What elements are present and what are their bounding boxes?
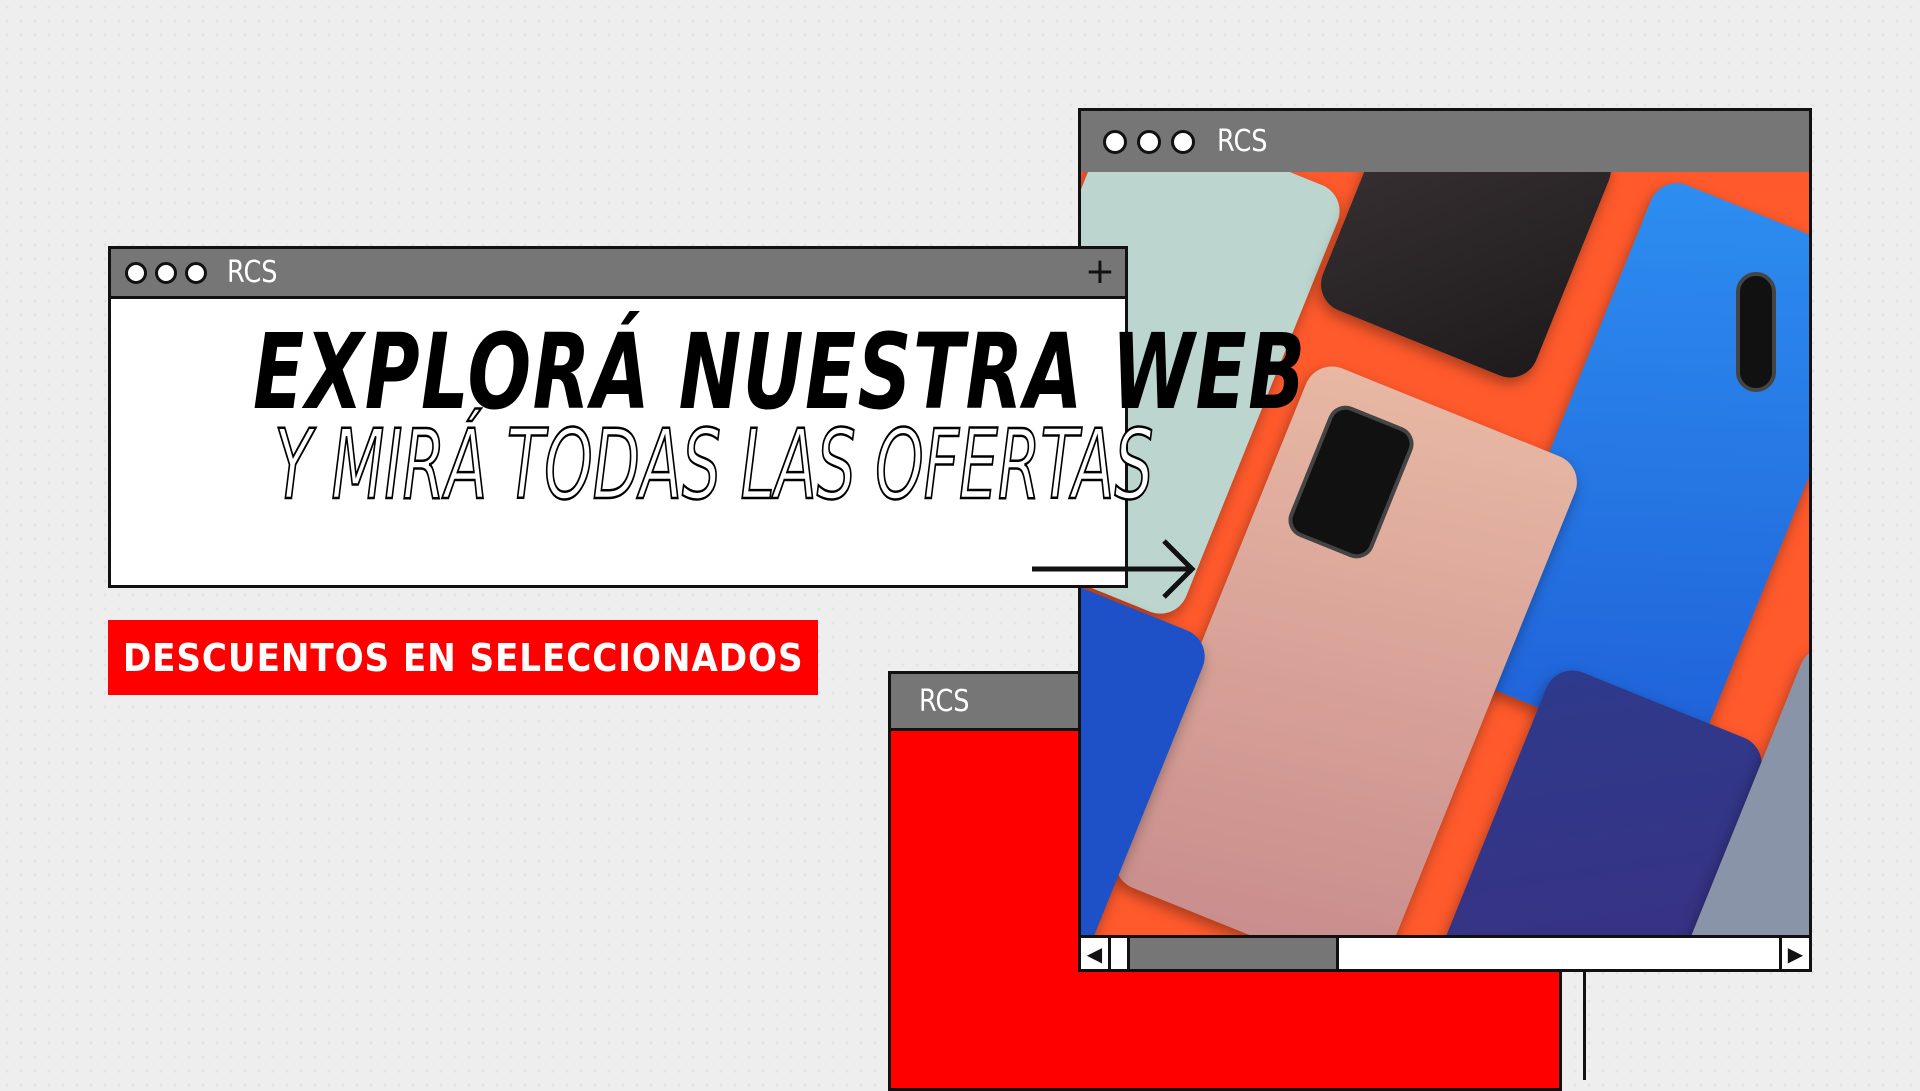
photo-window-title: RCS [1217, 124, 1268, 159]
window-dot-icon[interactable] [1171, 129, 1195, 154]
window-dot-icon[interactable] [125, 261, 147, 284]
window-dot-icon[interactable] [1137, 129, 1161, 154]
main-window-titlebar: RCS + [111, 249, 1125, 299]
horizontal-scrollbar[interactable]: ◀ ▶ [1081, 935, 1809, 969]
scroll-right-button[interactable]: ▶ [1779, 938, 1809, 969]
scrollbar-thumb[interactable] [1127, 938, 1339, 969]
main-window: RCS + EXPLORÁ NUESTRA WEB Y MIRÁ TODAS L… [108, 246, 1305, 588]
photo-window-titlebar: RCS [1081, 111, 1809, 175]
window-dot-icon[interactable] [155, 261, 177, 284]
window-dot-icon[interactable] [185, 261, 207, 284]
discount-badge-label: DESCUENTOS EN SELECCIONADOS [122, 635, 804, 680]
camera-icon [1736, 272, 1776, 392]
arrow-right-icon [1032, 539, 1196, 599]
window-edge-line [1583, 960, 1586, 1080]
back-window-title: RCS [919, 683, 970, 719]
scroll-left-button[interactable]: ◀ [1081, 938, 1111, 969]
window-dot-icon[interactable] [1103, 129, 1127, 154]
headline-line2: Y MIRÁ TODAS LAS OFERTAS [274, 408, 1155, 523]
main-window-title: RCS [227, 255, 278, 290]
phone-oppo-black [1312, 172, 1620, 386]
discount-badge[interactable]: DESCUENTOS EN SELECCIONADOS [108, 620, 818, 695]
plus-icon[interactable]: + [1085, 251, 1115, 292]
